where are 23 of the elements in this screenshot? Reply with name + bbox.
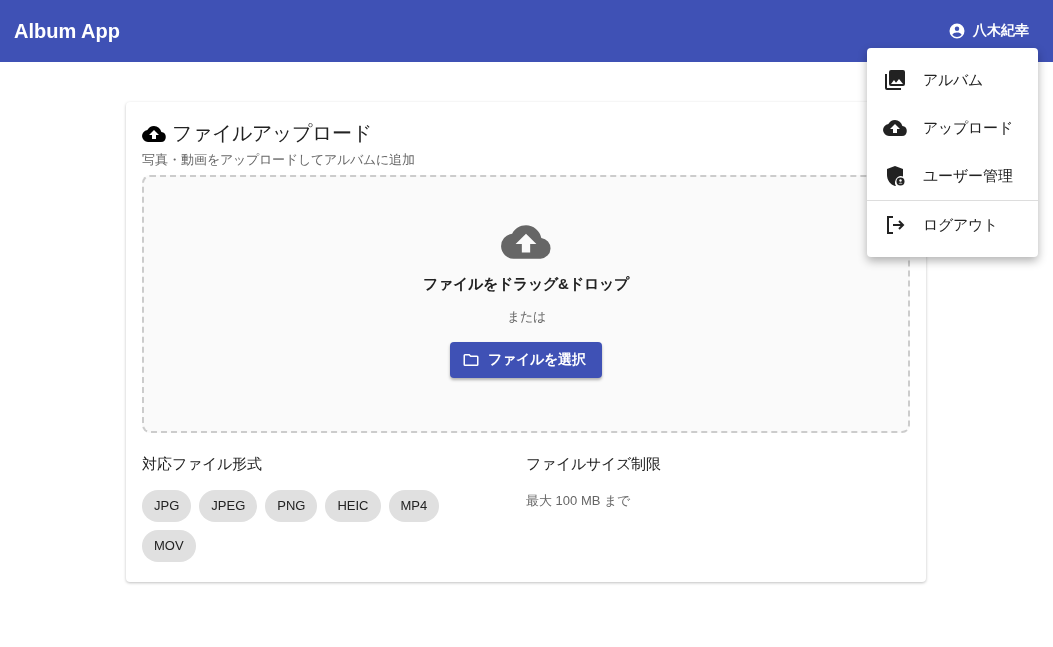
- format-chip: MOV: [142, 530, 196, 562]
- account-icon: [948, 22, 966, 40]
- format-chip: HEIC: [325, 490, 381, 522]
- photo-library-icon: [883, 68, 907, 92]
- or-text: または: [506, 308, 546, 326]
- size-limit-heading: ファイルサイズ制限: [526, 455, 662, 474]
- card-subtitle: 写真・動画をアップロードしてアルバムに追加: [142, 151, 416, 169]
- menu-item[interactable]: アルバム: [867, 56, 1038, 104]
- drop-zone[interactable]: ファイルをドラッグ&ドロップ または ファイルを選択: [142, 175, 910, 433]
- menu-item[interactable]: ログアウト: [867, 200, 1038, 249]
- card-title: ファイルアップロード: [172, 121, 372, 146]
- format-chip: MP4: [388, 490, 440, 522]
- user-menu-button[interactable]: 八木紀幸: [938, 16, 1039, 46]
- formats-heading: 対応ファイル形式: [142, 455, 263, 474]
- format-chip: PNG: [265, 490, 318, 522]
- select-file-button[interactable]: ファイルを選択: [450, 342, 602, 378]
- folder-icon: [462, 351, 480, 369]
- menu-item[interactable]: アップロード: [867, 104, 1038, 152]
- format-chip: JPG: [142, 490, 192, 522]
- app-title: Album App: [14, 19, 120, 43]
- size-limit-text: 最大 100 MB まで: [526, 492, 632, 510]
- drop-heading: ファイルをドラッグ&ドロップ: [423, 275, 629, 294]
- format-chip: JPEG: [199, 490, 258, 522]
